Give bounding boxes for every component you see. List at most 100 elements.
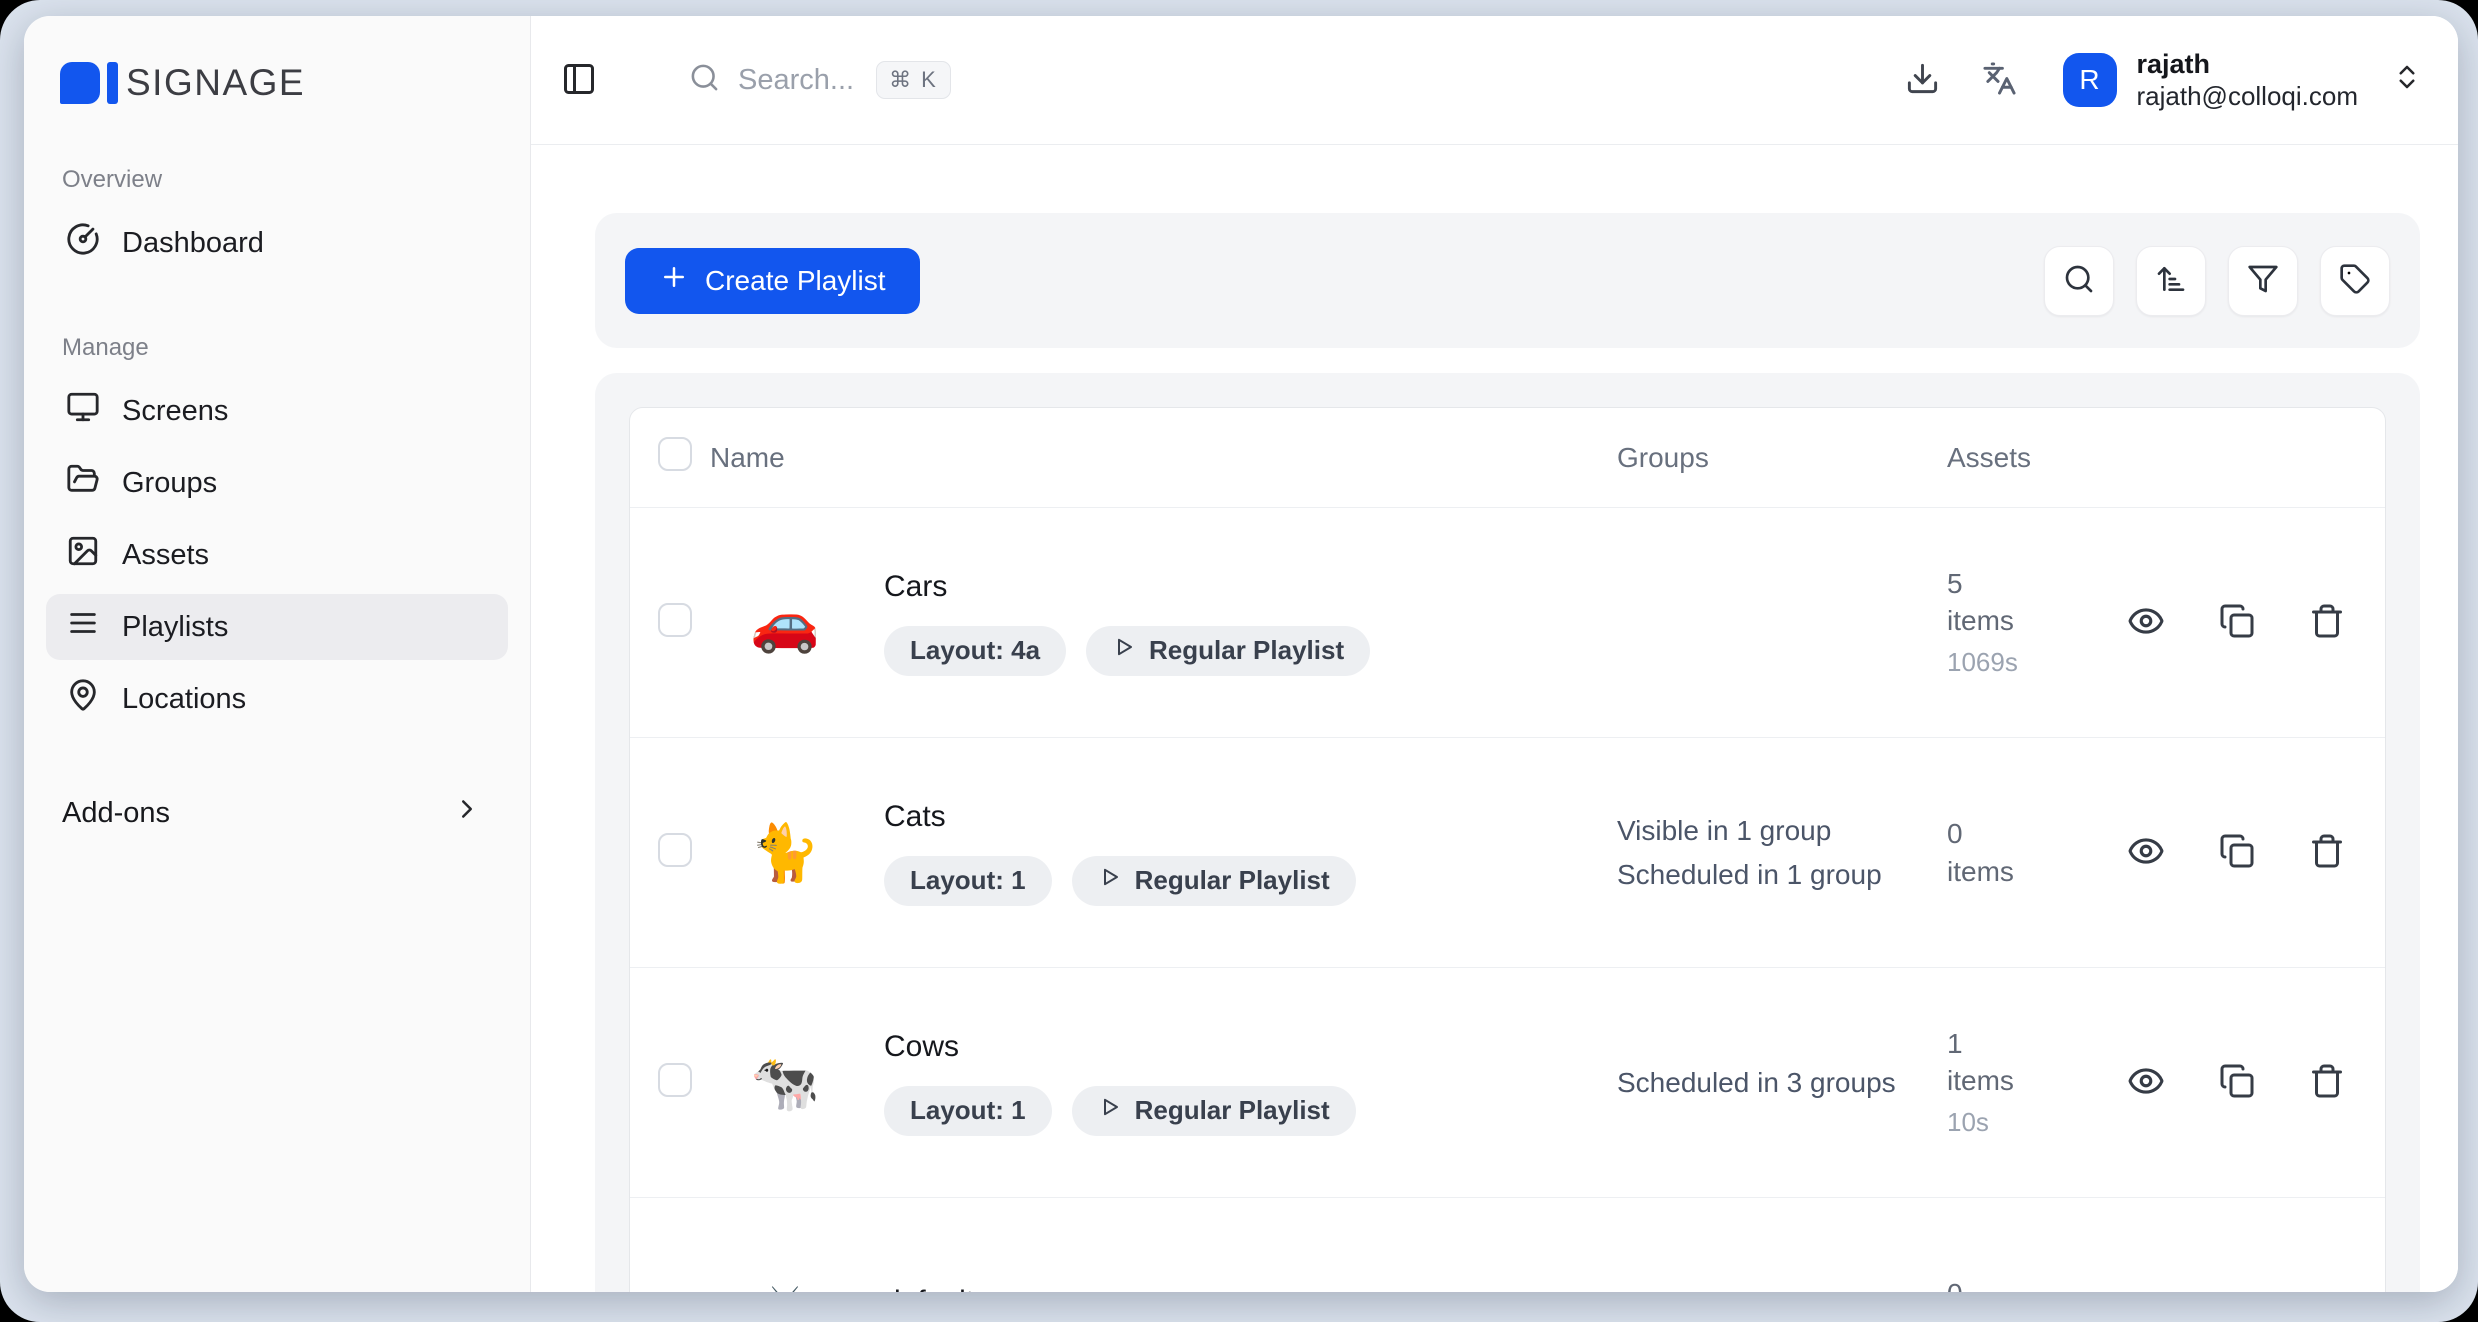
sort-button[interactable] (2136, 246, 2206, 316)
user-menu[interactable]: R rajath rajath@colloqi.com (2063, 48, 2422, 113)
nav-section-label: Manage (62, 334, 508, 362)
delete-button[interactable] (2309, 1063, 2345, 1102)
asset-count: 0 (1947, 1275, 2127, 1292)
playlist-table: Name Groups Assets 🚗 Cars Layout: 4a Reg… (629, 407, 2386, 1292)
user-email: rajath@colloqi.com (2137, 80, 2358, 113)
sidebar-item-screens[interactable]: Screens (46, 378, 508, 444)
main-area: Search... ⌘ K R rajath rajath@colloqi. (531, 16, 2458, 1292)
chevrons-up-down-icon (2392, 62, 2422, 97)
toolbar-actions (2044, 246, 2390, 316)
delete-button[interactable] (2309, 603, 2345, 642)
layout-badge: Layout: 4a (884, 626, 1066, 676)
monitor-icon (66, 390, 100, 432)
layout-badge: Layout: 1 (884, 856, 1052, 906)
tag-icon (2339, 263, 2371, 298)
plus-icon (659, 262, 689, 299)
playlist-emoji: 📺 (732, 1285, 884, 1292)
playlist-name: Cows (884, 1030, 1617, 1064)
sidebar-item-label: Assets (122, 539, 209, 572)
tag-button[interactable] (2320, 246, 2390, 316)
copy-icon (2219, 1063, 2255, 1102)
sidebar-item-add-ons[interactable]: Add-ons (46, 782, 508, 844)
sort-icon (2155, 263, 2187, 298)
content-area: Create Playlist Name Groups Assets (531, 145, 2458, 1292)
nav-section-label: Overview (62, 166, 508, 194)
playlist-toolbar: Create Playlist (595, 213, 2420, 348)
brand-logo: SIGNAGE (60, 62, 508, 104)
sidebar-toggle-button[interactable] (561, 61, 597, 100)
filter-button[interactable] (2228, 246, 2298, 316)
download-button[interactable] (1905, 61, 1940, 99)
sidebar-nav: Overview Dashboard Manage Screens Groups Asse… (46, 104, 508, 738)
row-actions (2127, 832, 2357, 873)
assets-info: 1 items 10s (1947, 1025, 2127, 1141)
playlist-emoji: 🐈 (732, 825, 884, 881)
sidebar-item-label: Playlists (122, 611, 228, 644)
row-checkbox[interactable] (658, 833, 692, 867)
sidebar-item-groups[interactable]: Groups (46, 450, 508, 516)
table-row: 📺 default 0 items (630, 1198, 2385, 1292)
delete-button[interactable] (2309, 833, 2345, 872)
asset-count: 5 (1947, 565, 2127, 603)
playlist-emoji: 🚗 (732, 595, 884, 651)
download-icon (1905, 61, 1940, 99)
duplicate-button[interactable] (2219, 833, 2255, 872)
avatar: R (2063, 53, 2117, 107)
sidebar-item-label: Locations (122, 683, 246, 716)
playlist-name: Cars (884, 570, 1617, 604)
desktop-frame: SIGNAGE Overview Dashboard Manage Screens Gr… (0, 0, 2478, 1322)
play-icon (1098, 865, 1122, 896)
topbar-right: R rajath rajath@colloqi.com (1905, 48, 2422, 113)
row-checkbox[interactable] (658, 603, 692, 637)
assets-info: 0 items (1947, 815, 2127, 891)
header-assets: Assets (1947, 442, 2127, 474)
playlist-table-panel: Name Groups Assets 🚗 Cars Layout: 4a Reg… (595, 373, 2420, 1292)
play-icon (1112, 635, 1136, 666)
topbar: Search... ⌘ K R rajath rajath@colloqi. (531, 16, 2458, 145)
preview-button[interactable] (2127, 602, 2165, 643)
app-window: SIGNAGE Overview Dashboard Manage Screens Gr… (24, 16, 2458, 1292)
panel-left-icon (561, 61, 597, 100)
preview-button[interactable] (2127, 832, 2165, 873)
duplicate-button[interactable] (2219, 1063, 2255, 1102)
table-row: 🐈 Cats Layout: 1 Regular Playlist Visibl… (630, 738, 2385, 968)
duplicate-button[interactable] (2219, 603, 2255, 642)
sidebar: SIGNAGE Overview Dashboard Manage Screens Gr… (24, 16, 531, 1292)
sidebar-item-playlists[interactable]: Playlists (46, 594, 508, 660)
group-status-line: Visible in 1 group (1617, 809, 1897, 852)
select-all-checkbox[interactable] (658, 437, 692, 471)
playlist-badges: Layout: 1 Regular Playlist (884, 1086, 1617, 1136)
playlist-badges: Layout: 4a Regular Playlist (884, 626, 1617, 676)
asset-duration: 10s (1947, 1105, 2127, 1140)
playlist-type-badge: Regular Playlist (1086, 626, 1370, 676)
search-input[interactable]: Search... ⌘ K (689, 61, 951, 99)
search-button[interactable] (2044, 246, 2114, 316)
assets-info: 5 items 1069s (1947, 565, 2127, 681)
preview-button[interactable] (2127, 1062, 2165, 1103)
sidebar-item-assets[interactable]: Assets (46, 522, 508, 588)
asset-unit: items (1947, 602, 2127, 640)
shortcut-badge: ⌘ K (876, 61, 951, 99)
trash-icon (2309, 603, 2345, 642)
brand-name: SIGNAGE (126, 62, 305, 104)
playlist-name: default (884, 1285, 1617, 1292)
header-groups: Groups (1617, 442, 1947, 474)
chevron-right-icon (452, 794, 482, 832)
sidebar-item-dashboard[interactable]: Dashboard (46, 210, 508, 276)
asset-duration: 1069s (1947, 645, 2127, 680)
sidebar-item-locations[interactable]: Locations (46, 666, 508, 732)
search-placeholder: Search... (738, 64, 854, 97)
trash-icon (2309, 1063, 2345, 1102)
eye-icon (2127, 832, 2165, 873)
row-actions (2127, 1062, 2357, 1103)
sidebar-item-label: Dashboard (122, 227, 264, 260)
language-button[interactable] (1982, 61, 2017, 99)
groups-info: Scheduled in 3 groups (1617, 1061, 1947, 1104)
filter-icon (2247, 263, 2279, 298)
sidebar-item-label: Groups (122, 467, 217, 500)
table-row: 🐄 Cows Layout: 1 Regular Playlist Schedu… (630, 968, 2385, 1198)
create-playlist-button[interactable]: Create Playlist (625, 248, 920, 314)
gauge-icon (66, 222, 100, 264)
table-header: Name Groups Assets (630, 408, 2385, 508)
row-checkbox[interactable] (658, 1063, 692, 1097)
